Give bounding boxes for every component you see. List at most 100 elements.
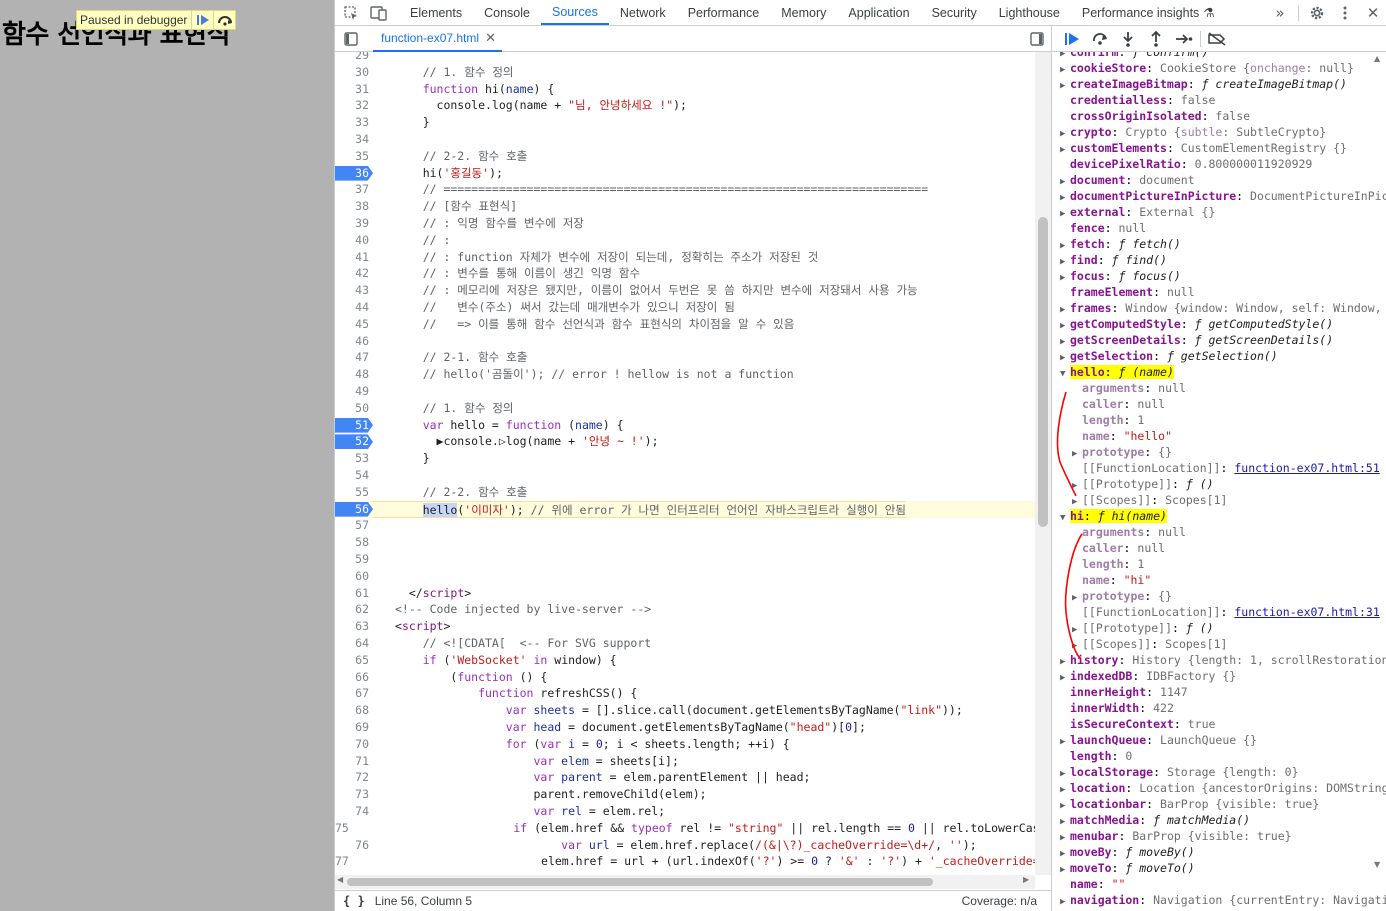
line-number[interactable]: 37 — [335, 181, 373, 198]
scope-property-prototype[interactable]: ▶ prototype: {} — [1072, 444, 1172, 460]
line-number[interactable]: 75 — [335, 820, 353, 837]
line-number[interactable]: 31 — [335, 81, 373, 98]
line-number[interactable]: 72 — [335, 769, 373, 786]
code-line[interactable]: 61 </script> — [335, 585, 1035, 602]
line-number[interactable]: 77 — [335, 853, 353, 870]
code-line[interactable]: 72 var parent = elem.parentElement || he… — [335, 769, 1035, 786]
toggle-debugger-sidebar-button[interactable] — [1023, 31, 1051, 46]
code-line[interactable]: 39 // : 익명 함수를 변수에 저장 — [335, 215, 1035, 232]
scope-property-scopes[interactable]: ▶ [[Scopes]]: Scopes[1] — [1072, 636, 1227, 652]
line-number[interactable]: 32 — [335, 97, 373, 114]
line-number[interactable]: 43 — [335, 282, 373, 299]
code-line[interactable]: 44 // 변수(주소) 써서 갔는데 매개변수가 있으니 저장이 됨 — [335, 299, 1035, 316]
code-line[interactable]: 68 var sheets = [].slice.call(document.g… — [335, 702, 1035, 719]
line-number[interactable]: 67 — [335, 685, 373, 702]
line-number[interactable]: 73 — [335, 786, 373, 803]
code-line[interactable]: 58 — [335, 534, 1035, 551]
code-line[interactable]: 69 var head = document.getElementsByTagN… — [335, 719, 1035, 736]
line-number[interactable]: 41 — [335, 249, 373, 266]
code-line[interactable]: 32 console.log(name + "님, 안녕하세요 !"); — [335, 97, 1035, 114]
code-line[interactable]: 74 var rel = elem.rel; — [335, 803, 1035, 820]
step-out-button[interactable] — [1144, 28, 1168, 50]
editor-horizontal-scrollbar[interactable]: ◀ ▶ — [335, 875, 1035, 889]
scope-property-confirm[interactable]: ▶ confirm: ƒ confirm() — [1060, 52, 1209, 60]
code-editor[interactable]: 29 30 // 1. 함수 정의 31 function hi(name) {32… — [335, 52, 1035, 875]
line-number[interactable]: 44 — [335, 299, 373, 316]
scroll-down-icon[interactable]: ▼ — [1374, 860, 1380, 869]
current-execution-line[interactable]: 56 hello('이미자'); // 위에 error 가 나면 인터프리터 … — [335, 500, 1035, 518]
code-line[interactable]: 34 — [335, 131, 1035, 148]
scope-property-caller[interactable]: caller: null — [1072, 540, 1165, 556]
line-number[interactable]: 50 — [335, 400, 373, 417]
close-tab-icon[interactable]: ✕ — [485, 30, 496, 46]
breakpoint-marker[interactable]: 56 — [335, 501, 373, 518]
line-number[interactable]: 53 — [335, 450, 373, 467]
scope-property-cookiestore[interactable]: ▶ cookieStore: CookieStore {onchange: nul… — [1060, 60, 1354, 76]
scope-property-length[interactable]: length: 1 — [1072, 412, 1144, 428]
tab-security[interactable]: Security — [921, 0, 988, 25]
scope-property-moveby[interactable]: ▶ moveBy: ƒ moveBy() — [1060, 844, 1195, 860]
line-number[interactable]: 62 — [335, 601, 373, 618]
step-into-button[interactable] — [1116, 28, 1140, 50]
code-line[interactable]: 73 parent.removeChild(elem); — [335, 786, 1035, 803]
line-number[interactable]: 59 — [335, 551, 373, 568]
step-button[interactable] — [1172, 28, 1196, 50]
line-number[interactable]: 61 — [335, 585, 373, 602]
line-number[interactable]: 47 — [335, 349, 373, 366]
function-location-link[interactable]: function-ex07.html:51 — [1234, 461, 1379, 475]
code-line[interactable]: 77 elem.href = url + (url.indexOf('?') >… — [335, 853, 1035, 870]
code-line[interactable]: 59 — [335, 551, 1035, 568]
line-number[interactable]: 55 — [335, 484, 373, 501]
scope-property-focus[interactable]: ▶ focus: ƒ focus() — [1060, 268, 1181, 284]
scope-property-name[interactable]: name: "hi" — [1072, 572, 1151, 588]
scope-property-menubar[interactable]: ▶ menubar: BarProp {visible: true} — [1060, 828, 1292, 844]
scope-property-functionlocation[interactable]: [[FunctionLocation]]: function-ex07.html… — [1072, 460, 1380, 476]
line-number[interactable]: 42 — [335, 265, 373, 282]
code-line[interactable]: 67 function refreshCSS() { — [335, 685, 1035, 702]
code-line[interactable]: 65 if ('WebSocket' in window) { — [335, 652, 1035, 669]
scope-property-fetch[interactable]: ▶ fetch: ƒ fetch() — [1060, 236, 1181, 252]
tab-lighthouse[interactable]: Lighthouse — [988, 0, 1071, 25]
scope-property-launchqueue[interactable]: ▶ launchQueue: LaunchQueue {} — [1060, 732, 1257, 748]
line-number[interactable]: 54 — [335, 467, 373, 484]
breakpoint-marker[interactable]: 36 — [335, 165, 373, 182]
scrollbar-thumb[interactable] — [347, 878, 933, 886]
line-number[interactable]: 40 — [335, 232, 373, 249]
code-line[interactable]: 41 // : function 자체가 변수에 저장이 되는데, 정확히는 주… — [335, 249, 1035, 266]
code-line[interactable]: 46 — [335, 333, 1035, 350]
line-number[interactable]: 64 — [335, 635, 373, 652]
scope-property-crossoriginisolated[interactable]: crossOriginIsolated: false — [1060, 108, 1250, 124]
code-line[interactable]: 36 hi('홍길동'); — [335, 165, 1035, 182]
code-line[interactable]: 75 if (elem.href && typeof rel != "strin… — [335, 820, 1035, 837]
scope-property-length[interactable]: length: 1 — [1072, 556, 1144, 572]
line-number[interactable]: 38 — [335, 198, 373, 215]
deactivate-breakpoints-button[interactable] — [1205, 28, 1229, 50]
line-number[interactable]: 57 — [335, 517, 373, 534]
line-number[interactable]: 39 — [335, 215, 373, 232]
tab-performance-insights[interactable]: Performance insights ⚗ — [1071, 0, 1226, 25]
scope-property-external[interactable]: ▶ external: External {} — [1060, 204, 1215, 220]
pretty-print-icon[interactable]: { } — [343, 894, 365, 908]
scrollbar-thumb[interactable] — [1038, 217, 1048, 527]
line-number[interactable]: 49 — [335, 383, 373, 400]
resume-button[interactable] — [191, 11, 213, 29]
code-line[interactable]: 35 // 2-2. 함수 호출 — [335, 148, 1035, 165]
scroll-left-icon[interactable]: ◀ — [337, 875, 343, 884]
scope-property-getcomputedstyle[interactable]: ▶ getComputedStyle: ƒ getComputedStyle() — [1060, 316, 1333, 332]
scope-property-document[interactable]: ▶ document: document — [1060, 172, 1195, 188]
tab-application[interactable]: Application — [837, 0, 920, 25]
code-line[interactable]: 63 <script> — [335, 618, 1035, 635]
scope-property-documentpictureinpicture[interactable]: ▶ documentPictureInPicture: DocumentPictu… — [1060, 188, 1386, 204]
function-location-link[interactable]: function-ex07.html:31 — [1234, 605, 1379, 619]
scope-property-prototype[interactable]: ▶ prototype: {} — [1072, 588, 1172, 604]
more-tabs-button[interactable]: » — [1266, 4, 1294, 22]
scope-property-fence[interactable]: fence: null — [1060, 220, 1146, 236]
scope-property-credentialless[interactable]: credentialless: false — [1060, 92, 1215, 108]
code-line[interactable]: 29 — [335, 52, 1035, 64]
scope-property-name[interactable]: name: "" — [1060, 876, 1125, 892]
line-number[interactable]: 70 — [335, 736, 373, 753]
line-number[interactable]: 63 — [335, 618, 373, 635]
code-line[interactable]: 42 // : 변수를 통해 이름이 생긴 익명 함수 — [335, 265, 1035, 282]
scope-property-devicepixelratio[interactable]: devicePixelRatio: 0.800000011920929 — [1060, 156, 1312, 172]
inspect-element-button[interactable] — [337, 0, 365, 25]
